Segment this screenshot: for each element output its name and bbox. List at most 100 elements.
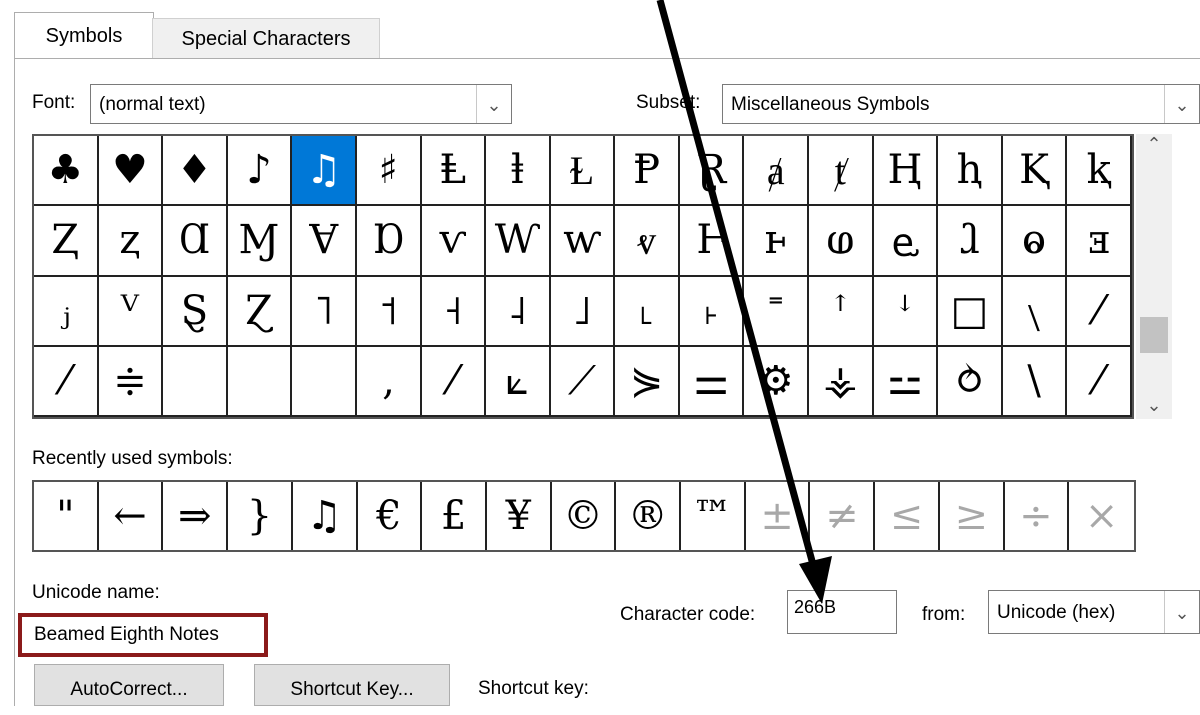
symbol-cell[interactable]: ˪ [615, 276, 680, 347]
symbol-cell[interactable]: ♣ [34, 136, 99, 207]
symbol-cell[interactable]: ⱬ [98, 206, 164, 277]
symbol-cell[interactable]: ˫ [679, 276, 745, 347]
symbol-cell[interactable]: Ɽ [679, 136, 745, 207]
symbol-cell[interactable]: ⁄ [1067, 346, 1132, 417]
symbol-cell[interactable]: ⚌ [679, 346, 745, 417]
symbol-cell[interactable]: \ [1002, 346, 1068, 417]
recent-symbol[interactable]: ≤ [875, 482, 940, 550]
symbol-cell[interactable]: ♦ [163, 136, 228, 207]
symbol-cell[interactable]: ﹨ [1002, 276, 1068, 347]
symbol-cell[interactable]: ⱡ [486, 136, 551, 207]
symbol-cell[interactable]: ⱪ [1067, 136, 1132, 207]
tab-symbols[interactable]: Symbols [14, 12, 154, 59]
symbol-cell[interactable]: ⱱ [421, 206, 487, 277]
symbol-cell[interactable]: ˧ [421, 276, 487, 347]
recent-symbol[interactable]: ± [746, 482, 811, 550]
symbol-cell[interactable]: ‚ [356, 346, 422, 417]
symbol-cell[interactable]: Ⱪ [1002, 136, 1068, 207]
symbol-cell[interactable]: Ȿ [163, 276, 228, 347]
recent-symbol[interactable]: ™ [681, 482, 746, 550]
symbol-cell[interactable]: ♥ [98, 136, 164, 207]
symbol-cell[interactable]: ⁄ [34, 346, 99, 417]
symbol-cell[interactable]: ꜛ [809, 276, 874, 347]
font-select[interactable]: (normal text) ⌄ [90, 84, 512, 124]
symbol-cell[interactable]: ⱸ [873, 206, 939, 277]
recent-symbol[interactable]: ≠ [810, 482, 876, 550]
symbol-cell[interactable]: ⱻ [1067, 206, 1132, 277]
symbol-cell[interactable]: ⥁ [938, 346, 1003, 417]
symbol-cell[interactable]: ⱹ [938, 206, 1003, 277]
symbol-cell[interactable]: ˭ [744, 276, 810, 347]
recent-symbol[interactable]: ♫ [293, 482, 358, 550]
symbol-cell[interactable]: ⟋ [550, 346, 616, 417]
symbol-cell[interactable]: ⱺ [1002, 206, 1068, 277]
chevron-down-icon[interactable]: ⌄ [476, 85, 511, 123]
symbol-cell[interactable]: ⱨ [938, 136, 1003, 207]
symbol-cell[interactable] [163, 346, 228, 417]
symbol-cell[interactable]: ⚙ [744, 346, 810, 417]
symbol-cell[interactable]: ≑ [98, 346, 164, 417]
recent-symbol[interactable]: € [358, 482, 423, 550]
symbol-cell[interactable]: ˩ [550, 276, 616, 347]
recent-symbol[interactable]: ← [99, 482, 164, 550]
chevron-down-icon[interactable]: ⌄ [1164, 85, 1199, 123]
recent-symbol[interactable]: ® [616, 482, 682, 550]
symbol-cell[interactable]: ⁄ [1067, 276, 1132, 347]
symbol-cell[interactable]: ⱥ [744, 136, 810, 207]
symbol-grid-scrollbar[interactable]: ⌃ ⌄ [1136, 134, 1172, 419]
symbol-cell[interactable]: ⱼ [34, 276, 99, 347]
recent-symbol[interactable]: × [1069, 482, 1134, 550]
scrollbar-thumb[interactable] [1140, 317, 1168, 353]
symbol-cell[interactable]: Ᵽ [615, 136, 680, 207]
recent-symbol[interactable]: ÷ [1005, 482, 1070, 550]
symbol-cell[interactable]: ⁄ [421, 346, 487, 417]
symbol-cell[interactable]: ⚶ [809, 346, 874, 417]
symbol-cell[interactable]: ⋟ [615, 346, 680, 417]
symbol-cell[interactable]: ⟀ [486, 346, 551, 417]
recent-symbol[interactable]: ¥ [487, 482, 552, 550]
character-code-input[interactable]: 266B [787, 590, 897, 634]
symbol-cell[interactable]: ⚍ [873, 346, 939, 417]
symbol-cell[interactable]: Ⱬ [34, 206, 99, 277]
symbol-cell[interactable]: Ɀ [227, 276, 293, 347]
subset-select[interactable]: Miscellaneous Symbols ⌄ [722, 84, 1200, 124]
recent-symbol[interactable]: £ [422, 482, 487, 550]
symbol-cell[interactable]: ♪ [227, 136, 293, 207]
symbol-cell[interactable]: Ⱶ [679, 206, 745, 277]
symbol-cell[interactable]: ⱳ [550, 206, 616, 277]
symbol-cell[interactable]: ˥ [292, 276, 357, 347]
symbol-cell[interactable]: Ɒ [356, 206, 422, 277]
symbol-cell[interactable]: ꜜ [873, 276, 939, 347]
symbol-cell[interactable]: Ɐ [292, 206, 357, 277]
symbol-cell[interactable]: Ɱ [227, 206, 293, 277]
symbol-cell[interactable]: ⱽ [98, 276, 164, 347]
recent-symbol[interactable]: } [228, 482, 293, 550]
symbol-cell[interactable]: Ⱳ [486, 206, 551, 277]
recent-symbol[interactable]: © [552, 482, 617, 550]
symbol-cell[interactable] [227, 346, 293, 417]
symbol-cell[interactable]: ⱷ [809, 206, 874, 277]
symbol-cell[interactable]: ˨ [486, 276, 551, 347]
chevron-down-icon[interactable]: ⌄ [1136, 395, 1172, 419]
autocorrect-button[interactable]: AutoCorrect... [34, 664, 224, 706]
symbol-cell[interactable]: ˦ [356, 276, 422, 347]
shortcut-key-button[interactable]: Shortcut Key... [254, 664, 450, 706]
tab-special-characters[interactable]: Special Characters [152, 18, 380, 59]
recent-symbol[interactable]: " [34, 482, 99, 550]
symbol-cell[interactable]: Ⱨ [873, 136, 939, 207]
symbol-cell[interactable]: Ⱡ [421, 136, 487, 207]
symbol-cell[interactable]: ⱴ [615, 206, 680, 277]
symbol-cell[interactable]: ♫ [292, 136, 357, 207]
chevron-down-icon[interactable]: ⌄ [1164, 591, 1199, 633]
from-select[interactable]: Unicode (hex) ⌄ [988, 590, 1200, 634]
recent-symbol[interactable]: ≥ [940, 482, 1005, 550]
symbol-cell[interactable] [292, 346, 357, 417]
symbol-cell[interactable]: ♯ [356, 136, 422, 207]
chevron-up-icon[interactable]: ⌃ [1136, 134, 1172, 158]
symbol-cell[interactable]: □ [938, 276, 1003, 347]
symbol-cell[interactable]: ⱶ [744, 206, 810, 277]
recent-symbol[interactable]: ⇒ [163, 482, 229, 550]
symbol-cell[interactable]: ⱦ [809, 136, 874, 207]
symbol-cell[interactable]: Ɫ [550, 136, 616, 207]
symbol-cell[interactable]: Ɑ [163, 206, 228, 277]
